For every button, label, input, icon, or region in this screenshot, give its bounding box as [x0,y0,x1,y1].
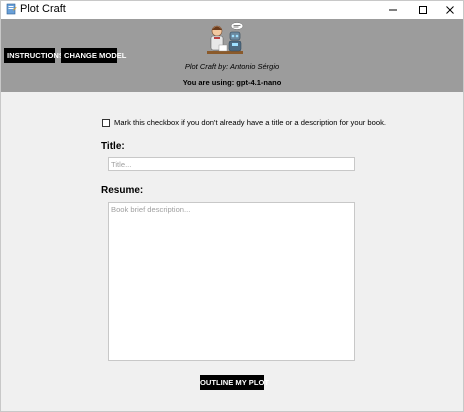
close-icon [446,6,454,14]
model-status: You are using: gpt-4.1-nano [182,78,282,87]
resume-textarea[interactable] [108,202,355,361]
resume-label: Resume: [101,185,144,196]
author-credit: Plot Craft by: Antonio Sérgio [184,62,280,71]
app-window: Plot Craft INSTRUCTIONS CHANGE MODEL Plo… [0,0,464,412]
title-label: Title: [101,141,125,152]
window-title: Plot Craft [20,3,66,15]
minimize-button[interactable] [378,1,408,19]
writer-robot-illustration [207,22,244,54]
title-input[interactable] [108,157,355,171]
no-title-checkbox-label: Mark this checkbox if you don't already … [114,118,387,127]
header-band: INSTRUCTIONS CHANGE MODEL Plot Craft by:… [1,19,463,92]
maximize-button[interactable] [408,1,438,19]
close-button[interactable] [435,1,463,19]
minimize-icon [389,9,397,11]
app-icon [6,3,17,15]
maximize-icon [419,6,427,14]
title-bar: Plot Craft [1,1,463,19]
instructions-button[interactable]: INSTRUCTIONS [4,48,64,63]
no-title-checkbox[interactable] [102,119,110,127]
change-model-button[interactable]: CHANGE MODEL [61,48,126,63]
outline-my-plot-button[interactable]: OUTLINE MY PLOT [200,375,269,390]
